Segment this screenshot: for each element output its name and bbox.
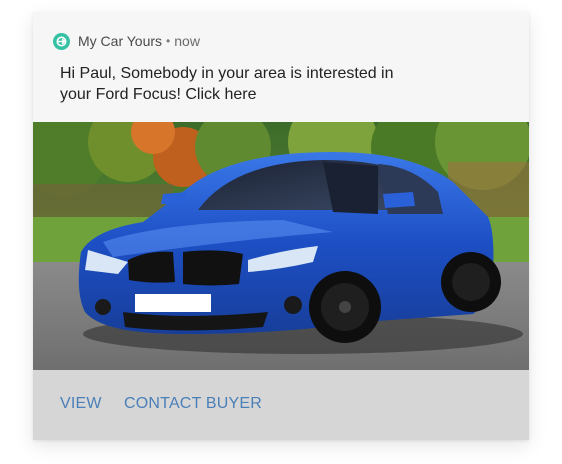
- notification-header: My Car Yours • now Hi Paul, Somebody in …: [33, 12, 529, 122]
- car-swap-icon: [53, 32, 70, 50]
- app-info-row: My Car Yours • now: [53, 31, 200, 51]
- car-photo[interactable]: [33, 122, 529, 370]
- contact-buyer-button[interactable]: CONTACT BUYER: [124, 395, 262, 413]
- notification-actions: VIEW CONTACT BUYER: [33, 370, 529, 440]
- notification-card[interactable]: My Car Yours • now Hi Paul, Somebody in …: [33, 12, 529, 440]
- notification-message[interactable]: Hi Paul, Somebody in your area is intere…: [60, 63, 420, 105]
- app-name: My Car Yours: [78, 33, 163, 49]
- view-button[interactable]: VIEW: [60, 395, 102, 413]
- notification-time: now: [174, 33, 200, 49]
- separator-dot: •: [166, 34, 171, 48]
